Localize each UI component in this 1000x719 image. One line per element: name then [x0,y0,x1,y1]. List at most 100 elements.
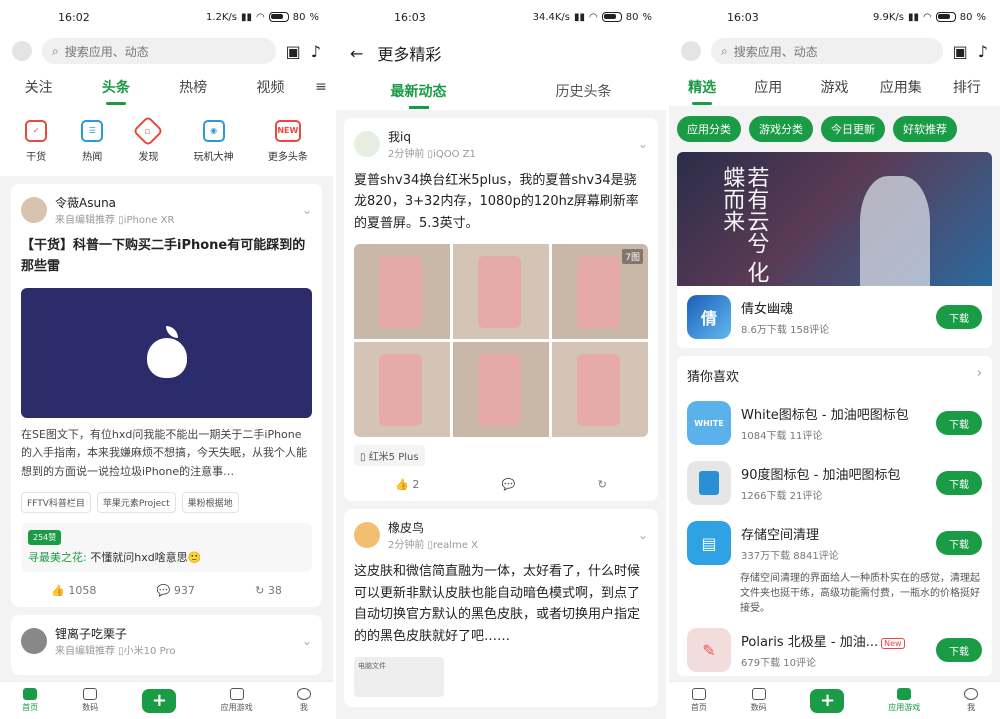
nav-apps-games[interactable]: 应用游戏 [888,688,920,713]
author-name[interactable]: 锂离子吃栗子 [55,625,175,642]
app-item[interactable]: WHITE White图标包 - 加油吧图标包 1084下载 11评论 下载 [687,393,982,453]
device-topic-chip[interactable]: ▯ 红米5 Plus [354,445,425,467]
tab-collections[interactable]: 应用集 [868,77,934,97]
like-button[interactable]: 👍 2 [395,478,419,491]
author-name[interactable]: 橡皮鸟 [388,519,478,536]
pill-good-apps[interactable]: 好软推荐 [893,116,957,142]
tab-games[interactable]: 游戏 [801,77,867,97]
post-image[interactable] [354,244,450,340]
nav-digital[interactable]: 数码 [751,688,767,713]
app-name[interactable]: 倩女幽魂 [741,298,829,317]
game-icon[interactable]: 倩 [687,295,731,339]
share-button[interactable]: ↻ [598,478,607,491]
app-item[interactable]: ✎ Polaris 北极星 - 加油... New 679下载 10评论 下载 [687,620,982,680]
pill-today-updates[interactable]: 今日更新 [821,116,885,142]
nav-home[interactable]: 首页 [22,688,38,713]
tab-latest[interactable]: 最新动态 [391,81,447,109]
search-input[interactable]: ⌕ 搜索应用、动态 [42,38,276,64]
chevron-down-icon[interactable]: ⌄ [302,203,312,217]
app-name[interactable]: 存储空间清理 [741,524,839,543]
menu-icon[interactable]: ≡ [309,79,333,95]
nav-home[interactable]: 首页 [691,688,707,713]
post-image[interactable] [354,342,450,438]
tab-video[interactable]: 视频 [232,77,309,97]
avatar[interactable] [681,41,701,61]
screenshot-preview[interactable]: 电脑文件 [354,657,444,698]
like-button[interactable]: 👍 1058 [51,584,96,597]
nav-label: 我 [967,703,976,712]
tab-history[interactable]: 历史头条 [556,81,612,101]
notification-bell-icon[interactable]: ♪ [311,42,321,61]
tab-rankings[interactable]: 排行 [934,77,1000,97]
author-name[interactable]: 我iq [388,128,476,145]
chevron-down-icon[interactable]: ⌄ [638,137,648,151]
avatar[interactable] [354,522,380,549]
tag-chip[interactable]: 苹果元素Project [96,491,176,513]
quick-link-more[interactable]: NEW 更多头条 [268,119,308,163]
quick-link-dry-goods[interactable]: ✓ 干货 [25,119,48,163]
comment-user[interactable]: 寻最美之花: [28,551,87,564]
quick-link-experts[interactable]: ◉ 玩机大神 [194,119,234,163]
post-plus-button[interactable]: + [142,688,177,713]
quick-link-hot-news[interactable]: ☰ 热闻 [81,119,104,163]
post-image[interactable] [552,342,648,438]
post-card[interactable]: 我iq 2分钟前 ▯iQOO Z1 ⌄ 夏普shv34换台红米5plus，我的夏… [344,118,658,502]
avatar[interactable] [354,131,380,157]
app-name[interactable]: White图标包 - 加油吧图标包 [741,404,909,423]
app-name[interactable]: Polaris 北极星 - 加油... New [741,631,905,650]
post-card[interactable]: 锂离子吃栗子 来自编辑推荐 ▯小米10 Pro ⌄ [11,614,322,675]
post-excerpt: 在SE图文下，有位hxd问我能不能出一期关于二手iPhone的入手指南，本来我嫌… [21,427,307,478]
app-item[interactable]: 90度图标包 - 加油吧图标包 1266下载 21评论 下载 [687,453,982,513]
hot-comment[interactable]: 254赞 寻最美之花: 不懂就问hxd啥意思🙂 [21,522,312,572]
pill-game-categories[interactable]: 游戏分类 [749,116,813,142]
download-button[interactable]: 下载 [936,471,982,495]
chevron-right-icon[interactable]: › [977,366,982,385]
post-image[interactable] [453,342,549,438]
download-button[interactable]: 下载 [936,411,982,435]
post-plus-button[interactable]: + [810,688,845,713]
quick-link-discover[interactable]: ◇ 发现 [132,114,165,163]
download-manager-icon[interactable]: ▣ [953,42,968,61]
notification-bell-icon[interactable]: ♪ [978,42,988,61]
nav-apps-games[interactable]: 应用游戏 [221,688,253,713]
featured-banner[interactable]: 若有云兮 化蝶而来 [677,152,992,286]
search-input[interactable]: ⌕ 搜索应用、动态 [711,38,943,64]
tab-follow[interactable]: 关注 [0,77,77,97]
download-button[interactable]: 下载 [936,305,982,329]
download-button[interactable]: 下载 [936,531,982,555]
section-header[interactable]: 猜你喜欢 › [687,366,982,385]
avatar[interactable] [12,41,32,61]
back-arrow-icon[interactable]: ← [350,44,363,63]
post-card[interactable]: 令薇Asuna 来自编辑推荐 ▯iPhone XR ⌄ 【干货】科普一下购买二手… [11,184,322,607]
author-name[interactable]: 令薇Asuna [55,194,174,211]
tag-chip[interactable]: 果粉根据地 [181,491,239,513]
avatar[interactable] [21,197,47,223]
app-name[interactable]: 90度图标包 - 加油吧图标包 [741,464,901,483]
nav-me[interactable]: 我 [964,688,979,713]
chevron-down-icon[interactable]: ⌄ [638,528,648,542]
nav-me[interactable]: 我 [296,688,311,713]
share-button[interactable]: ↻ 38 [255,584,282,597]
featured-app[interactable]: 倩 倩女幽魂 8.6万下载 158评论 下载 [677,286,992,348]
post-card[interactable]: 橡皮鸟 2分钟前 ▯realme X ⌄ 这皮肤和微信简直融为一体，太好看了，什… [344,509,658,708]
tag-chip[interactable]: FFTV科普栏目 [21,491,91,513]
tab-hot[interactable]: 热榜 [155,77,232,97]
pill-app-categories[interactable]: 应用分类 [677,116,741,142]
search-placeholder: 搜索应用、动态 [733,44,818,59]
image-grid[interactable]: 7图 [354,244,648,438]
avatar[interactable] [21,627,47,654]
post-image[interactable] [453,244,549,340]
tab-featured[interactable]: 精选 [669,77,735,105]
comment-button[interactable]: 💬 937 [157,584,195,597]
download-button[interactable]: 下载 [936,638,982,662]
app-item[interactable]: ▤ 存储空间清理 337万下载 8841评论 下载 [687,513,982,573]
nav-digital[interactable]: 数码 [82,688,98,713]
nav-label: 应用游戏 [888,703,921,712]
post-title[interactable]: 【干货】科普一下购买二手iPhone有可能踩到的那些雷 [21,236,312,278]
download-manager-icon[interactable]: ▣ [286,42,301,61]
comment-button[interactable]: 💬 [502,478,516,491]
tab-headlines[interactable]: 头条 [77,77,154,105]
post-image[interactable] [21,287,312,418]
tab-apps[interactable]: 应用 [735,77,801,97]
chevron-down-icon[interactable]: ⌄ [302,634,312,648]
